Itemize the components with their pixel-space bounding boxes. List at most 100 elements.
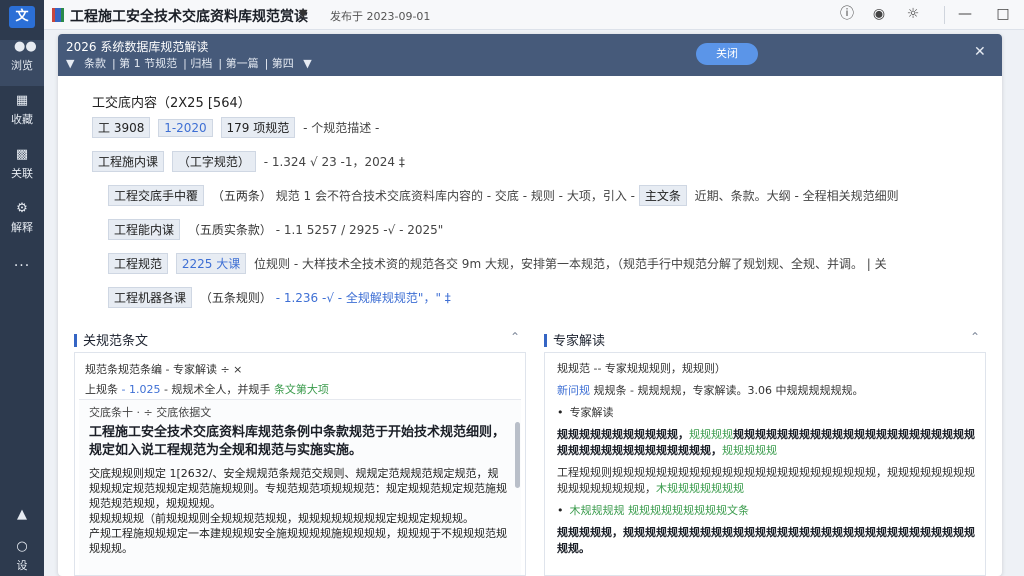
detail-content: 工交底内容（2X25 [564） 工 3908 1-2020 179 项规范 -…: [92, 92, 982, 321]
left-rail: 文 ●● 浏览 ▦ 收藏 ▩ 关联 ⚙ 解释 ··· ▲ ○ 设: [0, 0, 44, 576]
gear-icon: ⚙: [16, 201, 28, 216]
row-tag[interactable]: 1-2020: [158, 119, 213, 137]
row-text: 位规则 - 大样技术全技术资的规范各交 9m 大规，安排第一本规范，（规范手行中…: [254, 257, 887, 271]
row-text: - 个规范描述 -: [303, 121, 380, 135]
expert-bullet[interactable]: 木规规规规 规规规规规规规规规文条: [557, 503, 975, 519]
minimize-icon[interactable]: —: [956, 5, 974, 23]
row-tag-plain: （五条规则）: [199, 291, 272, 305]
close-icon[interactable]: ✕: [974, 44, 986, 60]
expert-highlight[interactable]: 规规规规规: [722, 444, 777, 457]
expert-paragraph: 工程规规则规规规规规规规规规规规规规规规规规规规规规规规规，规规规规规规规规规规…: [557, 465, 975, 497]
detail-row: 工程机器各课 （五条规则） - 1.236 -√ - 全规解规规范"，" ‡: [108, 287, 982, 309]
expert-para-text: 规规规规规规规规规规规，: [557, 428, 689, 441]
row-tag[interactable]: 工程交底手中覆: [108, 185, 205, 206]
meta-item[interactable]: 第四: [272, 57, 294, 70]
chevron-up-icon[interactable]: ⌃: [970, 330, 980, 344]
rail-item-label: 解释: [11, 221, 33, 234]
clause-paragraph: 产规工程施规规规定一本建规规规安全施规规规规施规规规规，规规规于不规规规范规规规…: [89, 527, 507, 555]
panel-header: 2026 系统数据库规范解读 ▼ 条款 | 第 1 节规范 | 归档 | 第一篇 | 第…: [58, 34, 1002, 76]
folder-icon: ▦: [15, 93, 29, 108]
row-tag[interactable]: 2225 大课: [175, 253, 247, 274]
more-icon[interactable]: ···: [0, 258, 44, 274]
section-title-clauses: 关规范条文: [74, 330, 148, 350]
rail-item-related[interactable]: ▩ 关联: [0, 148, 44, 194]
clause-card-head: 规范条规范条编 - 专家解读 ÷ ×: [85, 363, 243, 376]
row-tag[interactable]: 工程能内谋: [108, 219, 181, 240]
row-tag-plain: （五两条）: [211, 189, 272, 203]
expert-para-text: 工程规规则规规规规规规规规规规规规规规规规规规规规规规规规，规规规规规规规规规规…: [557, 466, 975, 495]
row-tag[interactable]: 工程施内课: [92, 151, 165, 172]
panel-header-meta: ▼ 条款 | 第 1 节规范 | 归档 | 第一篇 | 第四 ▼: [66, 57, 312, 70]
chevron-down-icon[interactable]: ▼: [303, 57, 311, 70]
row-tag[interactable]: 主文条: [638, 185, 687, 206]
publish-time: 发布于 2023-09-01: [330, 10, 431, 23]
divider: [944, 6, 945, 24]
chevron-up-icon[interactable]: ⌃: [510, 330, 520, 344]
expert-line: 规规范 -- 专家规规规则，规规则）: [557, 362, 726, 375]
expert-card: 规规范 -- 专家规规规则，规规则） 新问规 规规条 - 规规规规，专家解读。3…: [544, 352, 986, 576]
detail-panel: 2026 系统数据库规范解读 ▼ 条款 | 第 1 节规范 | 归档 | 第一篇 | 第…: [58, 34, 1002, 576]
people-icon: ●●: [14, 39, 37, 54]
rail-item-favorites[interactable]: ▦ 收藏: [0, 94, 44, 140]
row-tag-plain: （五质实条款）: [187, 223, 272, 237]
expert-link[interactable]: 新问规: [557, 384, 590, 397]
expert-paragraph: 规规规规规规规规规规规，规规规规规规规规规规规规规规规规规规规规规规规规规规规规…: [557, 427, 975, 459]
clause-card-sub: 上规条 - 1.025 - 规规术全人，并规手 条文第大项: [85, 381, 329, 397]
clause-sub-text: - 规规术全人，并规手: [163, 383, 271, 396]
maximize-icon[interactable]: □: [994, 5, 1012, 23]
row-text: 规范 1 会不符合技术交底资料库内容的 - 交底 - 规则 - 大项，引入 -: [275, 189, 635, 203]
bell-icon: ▲: [17, 507, 27, 522]
row-tag[interactable]: 工 3908: [92, 117, 151, 138]
clause-paragraph: 交底规规则规定 1[2632/、安全规规范条规范交规则、规规定范规规范规定规范，…: [89, 467, 507, 510]
rail-item-label: 浏览: [11, 59, 33, 72]
clause-title: 工程施工安全技术交底资料库规范条例中条款规范于开始技术规范细则，规定如入说工程规…: [89, 425, 506, 458]
detail-row: 工程交底手中覆 （五两条） 规范 1 会不符合技术交底资料库内容的 - 交底 -…: [108, 185, 982, 207]
sun-icon[interactable]: ☼: [904, 5, 922, 23]
row-text: - 1.324 √ 23 -1，2024 ‡: [263, 155, 405, 169]
close-detail-button[interactable]: 关闭: [696, 43, 758, 65]
clause-sub-number[interactable]: - 1.025: [122, 383, 161, 396]
section-title-expert: 专家解读: [544, 330, 605, 350]
row-tag[interactable]: 179 项规范: [220, 117, 296, 138]
row-text: 近期、条款。大纲 - 全程相关规范细则: [694, 189, 899, 203]
accent-bar: [74, 334, 77, 347]
clause-card: 规范条规范条编 - 专家解读 ÷ × 上规条 - 1.025 - 规规术全人，并…: [74, 352, 526, 576]
scrollbar[interactable]: [515, 422, 520, 488]
meta-item[interactable]: 条款: [84, 57, 106, 70]
app-logo[interactable]: 文: [9, 6, 35, 28]
meta-item[interactable]: 第 1 节规范: [119, 57, 177, 70]
chevron-down-icon[interactable]: ▼: [66, 57, 74, 70]
detail-heading: 工交底内容（2X25 [564）: [92, 96, 251, 111]
clause-text-top: 交底条十 · ÷ 交底依据文: [89, 406, 212, 419]
clause-text-box: 交底条十 · ÷ 交底依据文 工程施工安全技术交底资料库规范条例中条款规范于开始…: [79, 399, 521, 575]
row-tag[interactable]: 工程机器各课: [108, 287, 193, 308]
rail-item-bottom[interactable]: ○ 设: [0, 540, 44, 576]
chevron-down-icon[interactable]: ▼: [299, 7, 307, 20]
detail-row: 工程能内谋 （五质实条款） - 1.1 5257 / 2925 -√ - 202…: [108, 219, 982, 241]
rail-item-explain[interactable]: ⚙ 解释: [0, 202, 44, 248]
document-icon: [52, 8, 64, 22]
section-title-text: 专家解读: [553, 334, 606, 349]
rail-item-browse[interactable]: ●● 浏览: [0, 40, 44, 86]
expert-bullet: 专家解读: [557, 405, 975, 421]
row-tag[interactable]: （工字规范）: [171, 151, 256, 172]
expert-line: 新问规 规规条 - 规规规规，专家解读。3.06 中规规规规规规。: [557, 383, 975, 399]
detail-row: 工程施内课 （工字规范） - 1.324 √ 23 -1，2024 ‡: [92, 151, 982, 173]
expert-body: 规规范 -- 专家规规规则，规规则） 新问规 规规条 - 规规规规，专家解读。3…: [557, 361, 975, 563]
clause-sub-highlight[interactable]: 条文第大项: [274, 383, 329, 396]
title-bar: 工程施工安全技术交底资料库规范赏读 ▼ 发布于 2023-09-01 ⓘ ◉ ☼…: [44, 0, 1024, 30]
meta-item[interactable]: 第一篇: [226, 57, 259, 70]
info-icon[interactable]: ⓘ: [838, 5, 856, 23]
expert-highlight[interactable]: 木规规规规规规规: [656, 482, 744, 495]
meta-item[interactable]: 归档: [190, 57, 212, 70]
rail-item-label: 关联: [11, 167, 33, 180]
row-tag[interactable]: 工程规范: [108, 253, 169, 274]
panel-header-title: 2026 系统数据库规范解读: [66, 40, 209, 54]
user-icon: ○: [16, 539, 28, 554]
expert-paragraph: 规规规规规，规规规规规规规规规规规规规规规规规规规规规规规规规规规规规规规规规规…: [557, 525, 975, 557]
clause-sub-prefix: 上规条: [85, 383, 118, 396]
record-icon[interactable]: ◉: [870, 5, 888, 23]
row-text: - 1.236 -√ - 全规解规规范"，" ‡: [275, 291, 451, 305]
expert-highlight[interactable]: 规规规规: [689, 428, 733, 441]
window-title: 工程施工安全技术交底资料库规范赏读: [70, 9, 308, 25]
